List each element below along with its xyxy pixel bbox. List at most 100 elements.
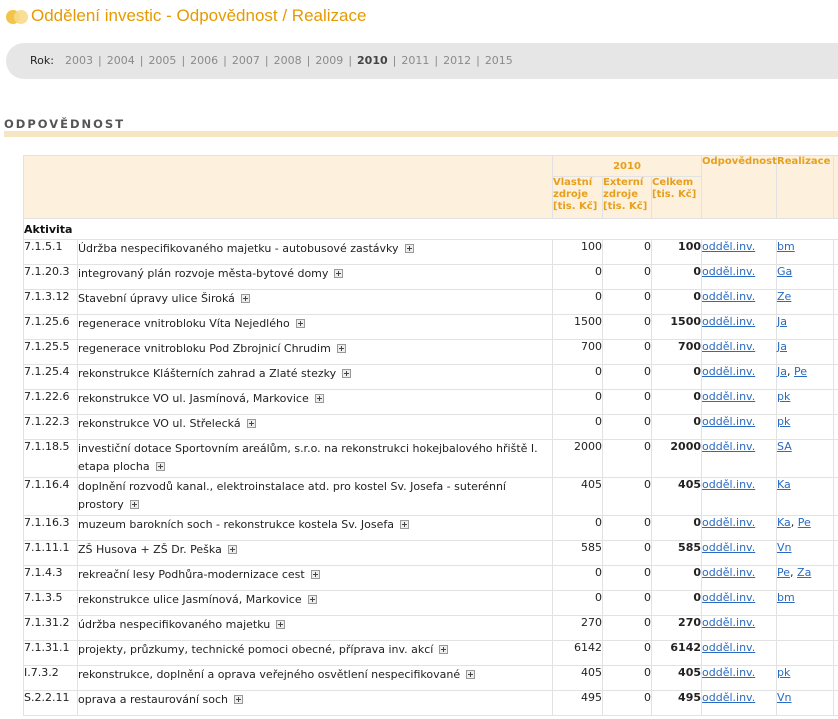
realization-link[interactable]: Ja: [777, 340, 787, 353]
realization-link[interactable]: bm: [777, 240, 795, 253]
responsibility-link[interactable]: odděl.inv.: [702, 415, 755, 428]
realization-link[interactable]: SA: [777, 440, 792, 453]
extra-cell: [833, 590, 838, 616]
activity-name: Stavební úpravy ulice Široká: [77, 289, 553, 315]
realization-link[interactable]: pk: [777, 666, 790, 679]
year-separator: |: [392, 54, 397, 67]
activity-name: rekonstrukce VO ul. Střelecká: [77, 414, 553, 440]
total-value: 270: [650, 615, 703, 641]
realization-link[interactable]: Pe: [777, 566, 790, 579]
responsibility-link[interactable]: odděl.inv.: [702, 240, 755, 253]
table-row: 7.1.22.6 rekonstrukce VO ul. Jasmínová, M…: [23, 389, 838, 415]
header-extra: [833, 155, 838, 219]
year-link-2003[interactable]: 2003: [65, 54, 93, 67]
activity-code: 7.1.4.3: [23, 565, 78, 591]
expand-plus-icon[interactable]: [307, 594, 317, 604]
responsibility-link[interactable]: odděl.inv.: [702, 340, 755, 353]
expand-plus-icon[interactable]: [310, 569, 320, 579]
total-value: 495: [650, 690, 703, 716]
expand-plus-icon[interactable]: [295, 318, 305, 328]
year-link-2006[interactable]: 2006: [190, 54, 218, 67]
responsibility-link[interactable]: odděl.inv.: [702, 641, 755, 654]
section-title: ODPOVĚDNOST: [4, 117, 126, 131]
responsibility-link[interactable]: odděl.inv.: [702, 265, 755, 278]
year-separator: |: [223, 54, 227, 67]
external-funds-value: 0: [602, 540, 652, 566]
realization-link[interactable]: Ja: [777, 365, 787, 378]
total-value: 0: [650, 264, 703, 290]
expand-plus-icon[interactable]: [246, 418, 256, 428]
responsibility-link[interactable]: odděl.inv.: [702, 666, 755, 679]
expand-plus-icon[interactable]: [439, 644, 449, 654]
responsibility-link[interactable]: odděl.inv.: [702, 541, 755, 554]
responsibility-link[interactable]: odděl.inv.: [702, 516, 755, 529]
responsibility-link[interactable]: odděl.inv.: [702, 616, 755, 629]
expand-plus-icon[interactable]: [334, 268, 344, 278]
expand-plus-icon[interactable]: [314, 393, 324, 403]
expand-plus-icon[interactable]: [240, 293, 250, 303]
activity-text: rekonstrukce Klášterních zahrad a Zlaté …: [78, 367, 337, 380]
logo-icon: [6, 10, 28, 24]
own-funds-value: 585: [552, 540, 603, 566]
expand-plus-icon[interactable]: [276, 619, 286, 629]
responsibility-cell: odděl.inv.: [701, 540, 778, 566]
responsibility-link[interactable]: odděl.inv.: [702, 390, 755, 403]
year-link-2004[interactable]: 2004: [107, 54, 135, 67]
year-link-2009[interactable]: 2009: [315, 54, 343, 67]
expand-plus-icon[interactable]: [342, 368, 352, 378]
realization-cell: Ka, Pe: [776, 515, 835, 541]
total-value: 405: [650, 665, 703, 691]
realization-link[interactable]: Za: [797, 566, 811, 579]
realization-link[interactable]: pk: [777, 415, 790, 428]
realization-link[interactable]: Pe: [794, 365, 807, 378]
responsibility-link[interactable]: odděl.inv.: [702, 290, 755, 303]
year-link-2005[interactable]: 2005: [148, 54, 176, 67]
expand-plus-icon[interactable]: [227, 544, 237, 554]
external-funds-value: 0: [602, 289, 652, 315]
expand-plus-icon[interactable]: [129, 499, 139, 509]
realization-link[interactable]: Ka: [777, 478, 791, 491]
year-link-2012[interactable]: 2012: [443, 54, 471, 67]
responsibility-link[interactable]: odděl.inv.: [702, 315, 755, 328]
responsibility-link[interactable]: odděl.inv.: [702, 365, 755, 378]
year-link-2011[interactable]: 2011: [401, 54, 429, 67]
table-row: 7.1.4.3 rekreační lesy Podhůra-modernizac…: [23, 565, 838, 591]
responsibility-link[interactable]: odděl.inv.: [702, 440, 755, 453]
activity-code: 7.1.31.1: [23, 640, 78, 666]
year-link-2007[interactable]: 2007: [232, 54, 260, 67]
expand-plus-icon[interactable]: [404, 243, 414, 253]
realization-link[interactable]: pk: [777, 390, 790, 403]
realization-link[interactable]: Vn: [777, 541, 792, 554]
responsibility-link[interactable]: odděl.inv.: [702, 591, 755, 604]
activity-text: rekonstrukce ulice Jasmínová, Markovice: [78, 593, 302, 606]
activity-code: 7.1.25.5: [23, 339, 78, 365]
table-row: 7.1.5.1 Údržba nespecifikovaného majetku …: [23, 239, 838, 265]
realization-cell: SA: [776, 439, 835, 478]
year-link-2015[interactable]: 2015: [485, 54, 513, 67]
year-link-2008[interactable]: 2008: [274, 54, 302, 67]
extra-cell: [833, 289, 838, 315]
expand-plus-icon[interactable]: [234, 694, 244, 704]
realization-link[interactable]: Ga: [777, 265, 792, 278]
extra-cell: [833, 565, 838, 591]
year-link-2010[interactable]: 2010: [357, 54, 388, 67]
extra-cell: [833, 690, 838, 716]
realization-link[interactable]: Ze: [777, 290, 791, 303]
expand-plus-icon[interactable]: [155, 461, 165, 471]
realization-link[interactable]: Vn: [777, 691, 792, 704]
realization-link[interactable]: Pe: [798, 516, 811, 529]
responsibility-link[interactable]: odděl.inv.: [702, 566, 755, 579]
expand-plus-icon[interactable]: [466, 669, 476, 679]
activity-text: investiční dotace Sportovním areálům, s.…: [78, 442, 538, 473]
responsibility-link[interactable]: odděl.inv.: [702, 478, 755, 491]
external-funds-value: 0: [602, 590, 652, 616]
activity-name: údržba nespecifikovaného majetku: [77, 615, 553, 641]
responsibility-link[interactable]: odděl.inv.: [702, 691, 755, 704]
realization-link[interactable]: Ka: [777, 516, 791, 529]
activity-name: oprava a restaurování soch: [77, 690, 553, 716]
expand-plus-icon[interactable]: [336, 343, 346, 353]
realization-link[interactable]: Ja: [777, 315, 787, 328]
realization-link[interactable]: bm: [777, 591, 795, 604]
expand-plus-icon[interactable]: [399, 519, 409, 529]
extra-cell: [833, 364, 838, 390]
